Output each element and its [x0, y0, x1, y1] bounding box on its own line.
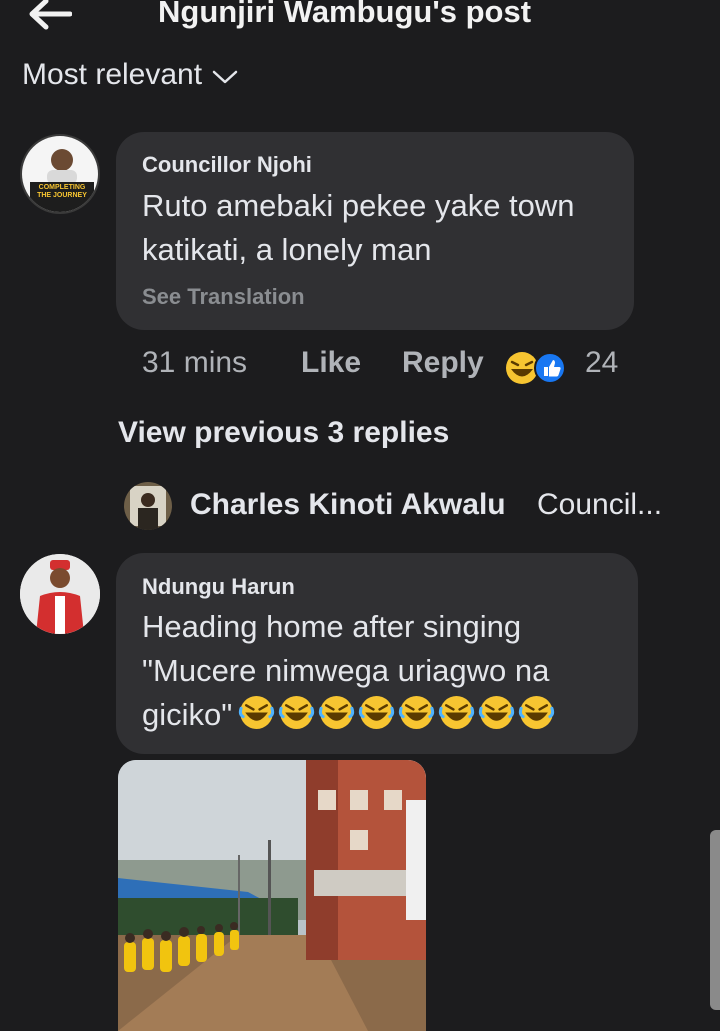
avatar-caption: COMPLETING THE JOURNEY — [37, 184, 87, 199]
header-bar: Ngunjiri Wambugu's post — [0, 0, 720, 40]
emoji-row — [238, 694, 555, 731]
laughing-emoji-icon — [279, 696, 315, 729]
reply-author[interactable]: Charles Kinoti Akwalu — [190, 488, 506, 522]
laughing-emoji-icon — [359, 696, 395, 729]
comment-bubble-2[interactable]: Ndungu Harun Heading home after singing … — [116, 553, 638, 754]
sort-dropdown[interactable]: Most relevant — [22, 58, 238, 92]
chevron-down-icon — [212, 70, 238, 84]
laughing-emoji-icon — [519, 696, 555, 729]
sort-label: Most relevant — [22, 58, 203, 91]
avatar-ndungu-harun[interactable] — [20, 554, 100, 634]
page-title: Ngunjiri Wambugu's post — [158, 0, 532, 29]
comment-text-line: katikati, a lonely man — [142, 232, 432, 267]
view-previous-replies-link[interactable]: View previous 3 replies — [118, 416, 449, 450]
comment-text-line: Ruto amebaki pekee yake town — [142, 188, 575, 223]
laughing-emoji-icon — [399, 696, 435, 729]
laughing-emoji-icon — [439, 696, 475, 729]
comment-text: giciko" — [142, 697, 233, 732]
laughing-emoji-icon — [239, 696, 275, 729]
comment-text-line: "Mucere nimwega uriagwo na — [142, 653, 550, 688]
comment-author[interactable]: Councillor Njohi — [142, 152, 312, 178]
reply-button[interactable]: Reply — [402, 346, 484, 380]
see-translation-link[interactable]: See Translation — [142, 284, 305, 310]
scrollbar[interactable] — [710, 830, 720, 1010]
comment-author[interactable]: Ndungu Harun — [142, 574, 295, 600]
comment-text-line: Heading home after singing — [142, 609, 522, 644]
avatar-councillor-njohi[interactable]: COMPLETING THE JOURNEY — [20, 134, 100, 214]
avatar-image — [22, 136, 98, 212]
photo-image — [118, 760, 426, 1031]
reply-snippet[interactable]: Council... — [537, 488, 662, 522]
laughing-emoji-icon — [506, 352, 538, 384]
reaction-count[interactable]: 24 — [585, 346, 618, 380]
laughing-emoji-icon — [479, 696, 515, 729]
comment-timestamp: 31 mins — [142, 346, 248, 379]
comment-text-line-3: giciko" — [142, 693, 555, 737]
avatar-image — [124, 482, 172, 530]
back-arrow-icon[interactable] — [26, 0, 72, 32]
comment-bubble-1[interactable]: Councillor Njohi Ruto amebaki pekee yake… — [116, 132, 634, 330]
avatar-image — [20, 554, 100, 634]
reaction-icons[interactable] — [504, 350, 568, 386]
like-button[interactable]: Like — [301, 346, 361, 380]
comment-photo-attachment[interactable] — [118, 760, 426, 1031]
like-reaction-icon — [534, 352, 566, 384]
laughing-emoji-icon — [319, 696, 355, 729]
avatar-charles-kinoti[interactable] — [124, 482, 172, 530]
